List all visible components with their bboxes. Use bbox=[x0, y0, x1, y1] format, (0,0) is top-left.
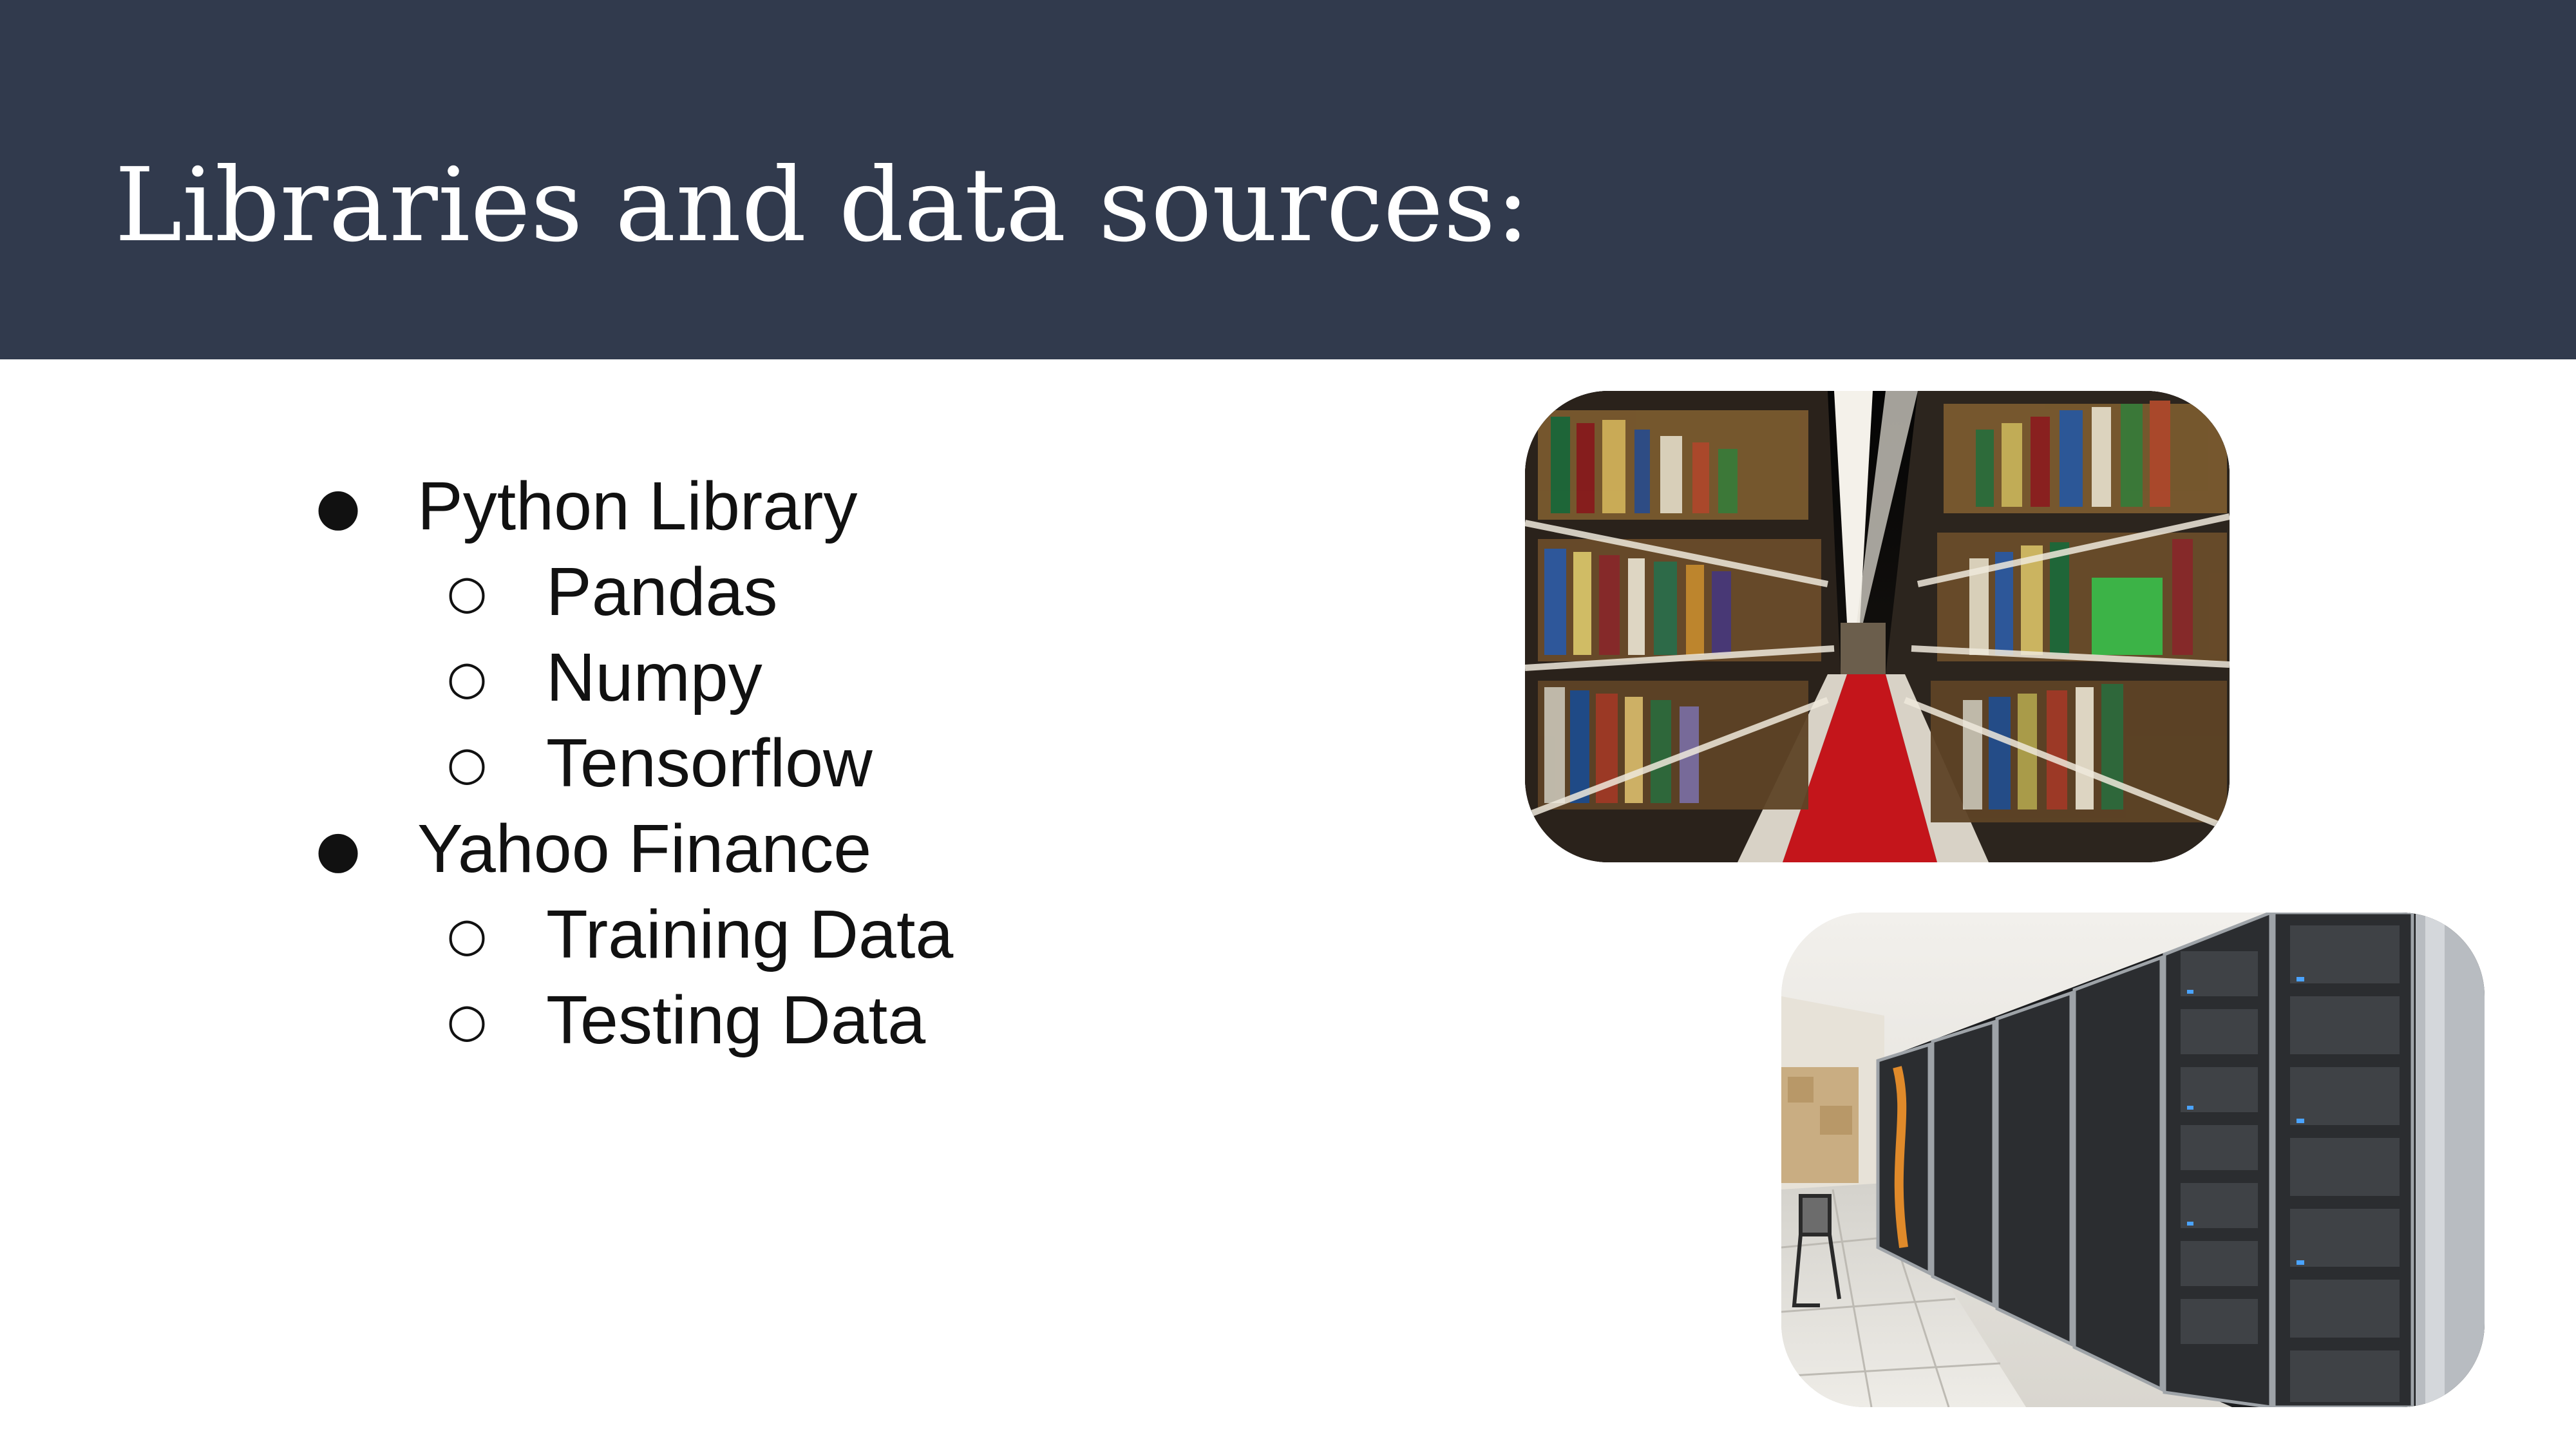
bullet-filled-icon: ● bbox=[316, 819, 361, 879]
bullet-text: Yahoo Finance bbox=[417, 811, 872, 887]
bullet-hollow-icon: ○ bbox=[446, 907, 488, 961]
bullet-item-training-data: ○ Training Data bbox=[309, 892, 954, 978]
bullet-text: Numpy bbox=[546, 639, 762, 715]
bullet-text: Python Library bbox=[417, 468, 858, 544]
bullet-list: ● Python Library ○ Pandas ○ Numpy ○ Tens… bbox=[309, 464, 953, 1063]
bullet-text: Testing Data bbox=[546, 982, 926, 1058]
library-bookshelves-photo bbox=[1525, 391, 2230, 862]
bullet-item-yahoo-finance: ● Yahoo Finance bbox=[309, 806, 953, 892]
slide-title: Libraries and data sources: bbox=[115, 146, 1530, 265]
bullet-hollow-icon: ○ bbox=[446, 650, 488, 705]
bullet-item-numpy: ○ Numpy bbox=[309, 635, 953, 721]
server-room-photo bbox=[1781, 913, 2485, 1407]
bullet-text: Pandas bbox=[546, 554, 778, 630]
bullet-item-tensorflow: ○ Tensorflow bbox=[309, 721, 953, 806]
bullet-hollow-icon: ○ bbox=[446, 993, 488, 1047]
title-bar: Libraries and data sources: bbox=[0, 0, 2576, 359]
slide: Libraries and data sources: ● Python Lib… bbox=[0, 0, 2576, 1449]
bullet-text: Tensorflow bbox=[546, 725, 873, 801]
server-room-illustration bbox=[1781, 913, 2485, 1407]
bullet-item-testing-data: ○ Testing Data bbox=[309, 978, 953, 1063]
bullet-item-pandas: ○ Pandas bbox=[309, 549, 953, 635]
bullet-item-python-library: ● Python Library bbox=[309, 464, 953, 549]
bullet-text: Training Data bbox=[546, 896, 954, 972]
bullet-hollow-icon: ○ bbox=[446, 736, 488, 790]
bullet-filled-icon: ● bbox=[316, 477, 361, 536]
bullet-hollow-icon: ○ bbox=[446, 565, 488, 619]
library-bookshelves-illustration bbox=[1525, 391, 2230, 862]
